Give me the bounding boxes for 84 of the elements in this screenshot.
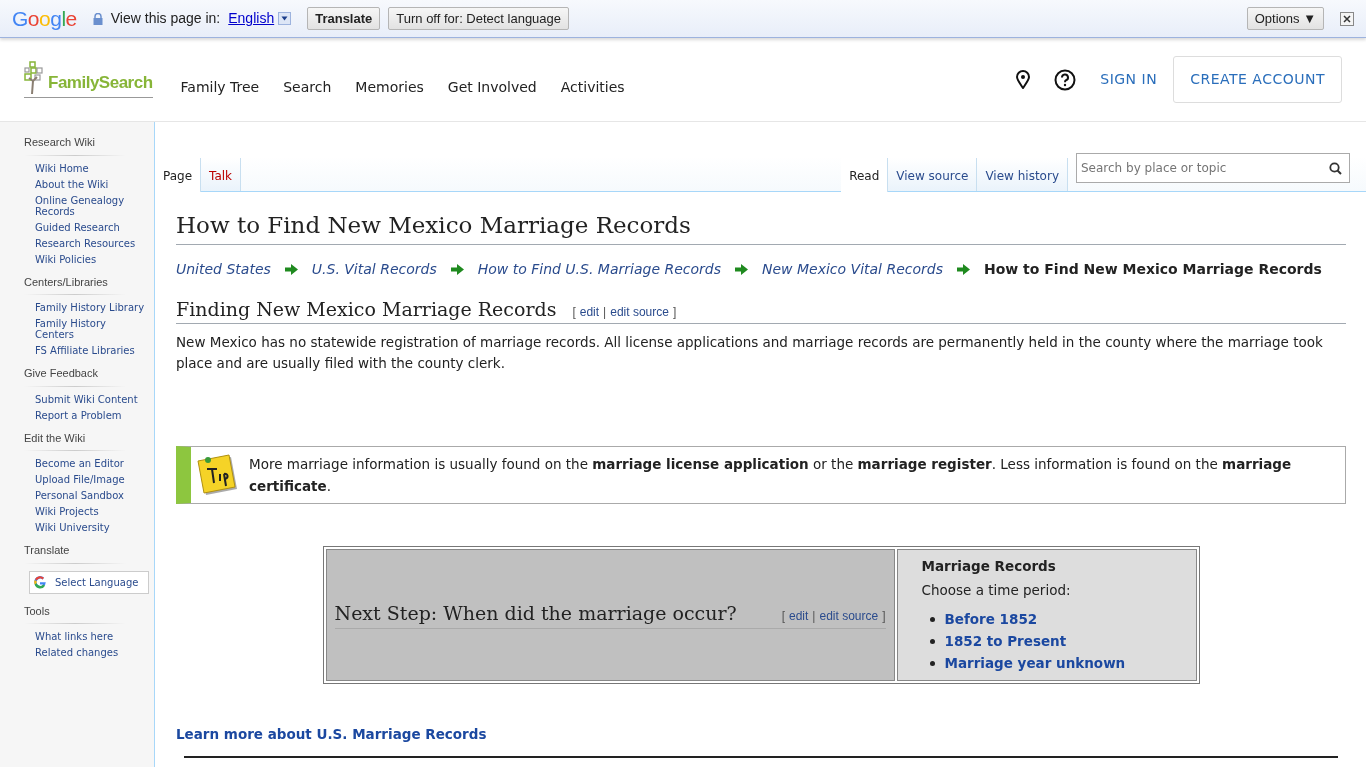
breadcrumb-link[interactable]: How to Find U.S. Marriage Records: [477, 258, 721, 280]
paragraph: New Mexico has no statewide registration of marriage records. All license applications and marriage records are permanently held in the county where the marriage took place and are usually filed with the county clerk.: [176, 332, 1324, 373]
breadcrumb-link[interactable]: United States: [176, 258, 271, 280]
arrow-icon: [450, 263, 464, 275]
nav-link[interactable]: Search: [283, 77, 332, 98]
sidebar-link[interactable]: Upload File/Image: [24, 474, 146, 485]
sidebar-link[interactable]: Submit Wiki Content: [24, 393, 146, 405]
sign-in-link[interactable]: SIGN IN: [1100, 69, 1158, 90]
tip-text: More marriage information is usually found on the marriage license application or the marriage register. Less information is found on the marriage certificate.: [249, 454, 1293, 496]
breadcrumb-link[interactable]: U.S. Vital Records: [311, 258, 437, 280]
time-period-link[interactable]: 1852 to Present: [944, 630, 1067, 653]
sidebar-link[interactable]: Become an Editor: [24, 458, 146, 469]
nav-link[interactable]: Family Tree: [180, 77, 260, 98]
punctuation: ]: [672, 303, 677, 321]
bullet: [929, 616, 935, 622]
sidebar-heading: Translate: [24, 543, 71, 558]
arrow-icon: [956, 263, 970, 275]
page-title: How to Find New Mexico Marriage Records: [176, 212, 1346, 245]
create-account-button[interactable]: CREATE ACCOUNT: [1173, 56, 1342, 103]
page-tab[interactable]: View history: [977, 158, 1068, 191]
close-icon[interactable]: [1340, 11, 1354, 26]
punctuation: ]: [882, 608, 886, 626]
sidebar-link[interactable]: Report a Problem: [24, 409, 146, 421]
edit-link[interactable]: edit: [788, 607, 809, 626]
dropdown-icon[interactable]: [278, 12, 292, 25]
sidebar-heading: Centers/Libraries: [24, 274, 109, 290]
punctuation: [: [572, 303, 576, 321]
sidebar-link[interactable]: FS Affiliate Libraries: [24, 345, 146, 356]
section-heading: Finding New Mexico Marriage Records: [176, 297, 557, 321]
sidebar-link[interactable]: Related changes: [24, 647, 146, 658]
language-select[interactable]: Select Language: [29, 570, 149, 594]
panel-subtitle: Choose a time period:: [921, 580, 1072, 600]
nav-link[interactable]: Activities: [560, 77, 625, 98]
google-g-icon: [33, 575, 47, 589]
language-link[interactable]: English: [228, 8, 275, 29]
sidebar-link[interactable]: Guided Research: [24, 221, 146, 233]
bullet: [929, 638, 935, 644]
sidebar-link[interactable]: Research Resources: [24, 237, 146, 249]
options-button[interactable]: Options ▼: [1246, 6, 1324, 31]
sidebar-link[interactable]: Family History Centers: [24, 318, 146, 340]
sidebar-link[interactable]: Wiki Projects: [24, 506, 146, 517]
translate-button[interactable]: Translate: [307, 6, 381, 31]
sidebar-heading: Edit the Wiki: [24, 430, 87, 446]
sidebar-link[interactable]: Wiki Policies: [24, 253, 146, 265]
punctuation: |: [603, 303, 607, 321]
sidebar-link[interactable]: What links here: [24, 631, 146, 642]
search-field[interactable]: Search by place or topic: [1076, 152, 1350, 183]
punctuation: |: [812, 608, 816, 626]
page-tab[interactable]: Read: [841, 158, 889, 192]
page-tab[interactable]: Talk: [201, 158, 242, 191]
sidebar-heading: Research Wiki: [24, 135, 96, 150]
sidebar-link[interactable]: Wiki Home: [24, 162, 146, 174]
sidebar-heading: Tools: [24, 603, 51, 619]
arrow-icon: [284, 263, 298, 275]
nav-link[interactable]: Memories: [355, 77, 424, 98]
location-pin-icon[interactable]: [1016, 70, 1031, 89]
sidebar-link[interactable]: Family History Library: [24, 302, 146, 313]
time-period-link[interactable]: Before 1852: [944, 608, 1038, 631]
lock-icon: [92, 12, 103, 25]
translate-prompt: View this page in:: [110, 9, 221, 28]
bullet: [929, 660, 935, 666]
breadcrumb-link[interactable]: New Mexico Vital Records: [762, 258, 943, 280]
panel-title: Marriage Records: [921, 556, 1057, 576]
sidebar-link[interactable]: Online Genealogy Records: [24, 194, 146, 217]
punctuation: [: [781, 608, 785, 626]
translate-button[interactable]: Turn off for: Detect language: [388, 6, 570, 31]
edit-link[interactable]: edit: [579, 302, 600, 321]
learn-more-link[interactable]: Learn more about U.S. Marriage Records: [176, 726, 487, 743]
sidebar-link[interactable]: Wiki University: [24, 522, 146, 533]
page-tab[interactable]: Page: [155, 158, 202, 192]
edit-link[interactable]: edit source: [610, 302, 669, 321]
edit-link[interactable]: edit source: [819, 607, 879, 626]
help-icon[interactable]: [1054, 68, 1077, 91]
sidebar-link[interactable]: About the Wiki: [24, 178, 146, 190]
sidebar-link[interactable]: Personal Sandbox: [24, 490, 146, 501]
next-step-heading: Next Step: When did the marriage occur?: [334, 601, 737, 627]
nav-link[interactable]: Get Involved: [447, 77, 537, 98]
sidebar-heading: Give Feedback: [24, 366, 99, 381]
time-period-link[interactable]: Marriage year unknown: [944, 652, 1126, 675]
arrow-icon: [735, 263, 748, 275]
breadcrumb-current: How to Find New Mexico Marriage Records: [983, 259, 1322, 279]
search-icon[interactable]: [1329, 161, 1342, 175]
page-tab[interactable]: View source: [888, 158, 978, 191]
google-logo: Google: [12, 5, 77, 32]
